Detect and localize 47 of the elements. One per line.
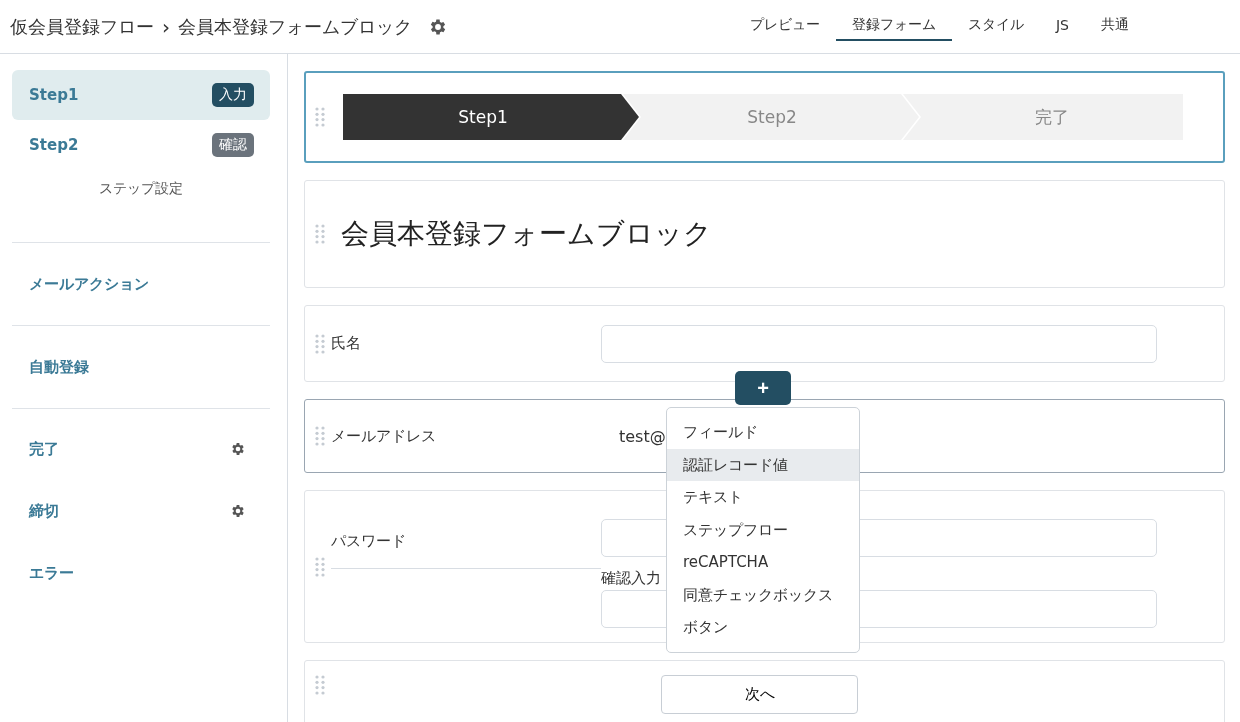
step-badge: 入力 bbox=[212, 83, 254, 107]
sidebar-link[interactable]: エラー bbox=[29, 563, 74, 583]
menu-item[interactable]: 同意チェックボックス bbox=[667, 578, 859, 611]
tab[interactable]: JS bbox=[1040, 0, 1085, 41]
settings-icon[interactable] bbox=[230, 441, 246, 457]
form-block[interactable]: Step1 Step2 完了 bbox=[304, 71, 1225, 163]
add-block-button[interactable]: + bbox=[735, 371, 791, 405]
field-label: 確認入力 bbox=[601, 569, 662, 588]
tab[interactable]: 登録フォーム bbox=[836, 0, 952, 41]
breadcrumb-link[interactable]: 仮会員登録フロー bbox=[10, 14, 154, 39]
drag-handle-icon[interactable] bbox=[315, 426, 325, 446]
field-label: 氏名 bbox=[331, 334, 362, 353]
field-label: メールアドレス bbox=[331, 426, 437, 446]
block-heading: 会員本登録フォームブロック bbox=[341, 216, 712, 252]
breadcrumb-separator: › bbox=[162, 14, 170, 39]
menu-item[interactable]: ステップフロー bbox=[667, 513, 859, 546]
menu-item[interactable]: フィールド bbox=[667, 416, 859, 449]
page-title: 会員本登録フォームブロック bbox=[178, 14, 412, 39]
sidebar-link[interactable]: 締切 bbox=[29, 501, 59, 521]
drag-handle-icon[interactable] bbox=[315, 224, 325, 244]
tab[interactable]: プレビュー bbox=[734, 0, 836, 41]
drag-handle-icon[interactable] bbox=[315, 107, 325, 127]
tab[interactable]: 共通 bbox=[1085, 0, 1145, 41]
drag-handle-icon[interactable] bbox=[315, 556, 325, 577]
menu-item[interactable]: 認証レコード値 bbox=[667, 448, 859, 481]
drag-handle-icon[interactable] bbox=[315, 675, 325, 695]
form-block[interactable]: 氏名 bbox=[304, 305, 1225, 382]
tab[interactable]: スタイル bbox=[952, 0, 1040, 41]
menu-item[interactable]: reCAPTCHA bbox=[667, 546, 859, 579]
step-item[interactable]: Step2 確認 bbox=[12, 120, 270, 170]
next-button[interactable]: 次へ bbox=[661, 675, 858, 714]
sidebar-link[interactable]: 完了 bbox=[29, 439, 59, 459]
settings-icon[interactable] bbox=[230, 503, 246, 519]
step-settings-link[interactable]: ステップ設定 bbox=[99, 180, 183, 196]
text-input[interactable] bbox=[601, 324, 1157, 363]
sidebar-link[interactable]: メールアクション bbox=[29, 274, 149, 294]
drag-handle-icon[interactable] bbox=[315, 333, 325, 354]
step-badge: 確認 bbox=[212, 133, 254, 157]
menu-item[interactable]: ボタン bbox=[667, 611, 859, 644]
step-item[interactable]: Step1 入力 bbox=[12, 70, 270, 120]
field-value: test@ bbox=[618, 426, 666, 446]
step-label: Step1 bbox=[458, 107, 508, 127]
form-block[interactable]: 次へ bbox=[304, 660, 1225, 722]
form-block[interactable]: 会員本登録フォームブロック bbox=[304, 180, 1225, 288]
sidebar-link[interactable]: 自動登録 bbox=[29, 357, 89, 377]
step-label: Step2 bbox=[747, 107, 797, 127]
step-label: 完了 bbox=[1035, 107, 1069, 127]
